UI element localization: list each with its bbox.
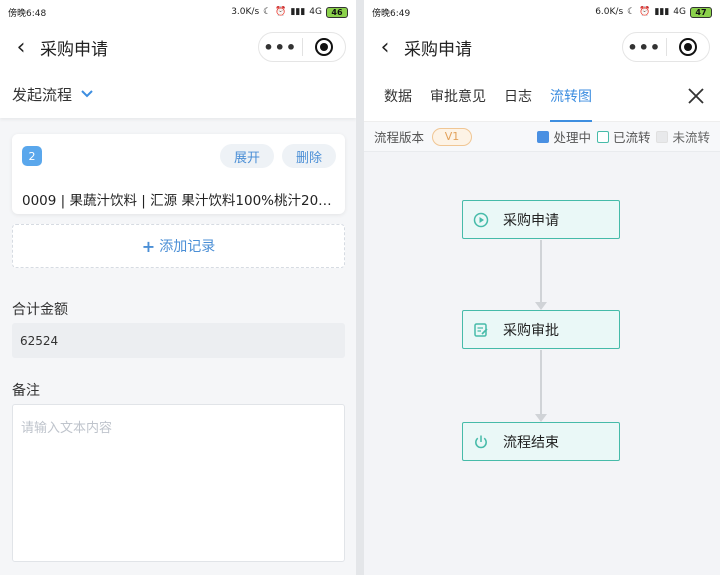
miniprogram-capsule: •••	[622, 32, 710, 62]
page-title: 采购申请	[40, 39, 108, 60]
remark-label: 备注	[12, 383, 40, 399]
flow-arrow-icon	[535, 302, 547, 310]
close-target-icon[interactable]	[303, 38, 346, 56]
power-icon	[475, 435, 487, 448]
flow-node-purchase-approval[interactable]: 采购审批	[462, 310, 620, 349]
tab-approval-opinions[interactable]: 审批意见	[430, 70, 486, 122]
status-time: 傍晚6:49	[372, 8, 411, 19]
battery-icon: 47	[690, 6, 712, 18]
miniprogram-capsule: •••	[258, 32, 346, 62]
close-icon[interactable]	[686, 86, 706, 106]
flow-connector	[540, 240, 542, 302]
remark-textarea[interactable]: 请输入文本内容	[12, 404, 345, 562]
record-index-badge: 2	[22, 146, 42, 166]
network-speed: 3.0K/s	[231, 7, 260, 17]
title-bar: ‹ 采购申请 •••	[364, 24, 720, 70]
network-type: 4G	[309, 7, 322, 17]
delete-button[interactable]: 删除	[282, 144, 336, 168]
more-icon[interactable]: •••	[623, 38, 666, 57]
tab-data[interactable]: 数据	[384, 70, 412, 122]
record-card: 2 展开 删除 0009 | 果蔬汁饮料 | 汇源 果汁饮料100%桃汁20…	[12, 134, 345, 214]
moon-icon: ☾	[627, 7, 636, 17]
processing-swatch-icon	[537, 130, 550, 143]
edit-document-icon	[474, 322, 488, 337]
flow-arrow-icon	[535, 414, 547, 422]
network-speed: 6.0K/s	[595, 7, 624, 17]
total-amount-field: 62524	[12, 323, 345, 358]
add-record-label: 添加记录	[159, 239, 216, 255]
legend-processing: 处理中	[537, 127, 591, 146]
flow-node-process-end[interactable]: 流程结束	[462, 422, 620, 461]
flow-node-label: 流程结束	[503, 434, 559, 451]
signal-icon: ▮▮▮	[290, 7, 306, 17]
flow-node-label: 采购申请	[503, 212, 559, 229]
legend: 处理中 已流转 未流转	[537, 127, 710, 146]
version-bar: 流程版本 V1 处理中 已流转 未流转	[364, 122, 720, 152]
plus-icon: +	[141, 236, 156, 256]
status-time: 傍晚6:48	[8, 8, 47, 19]
alarm-icon: ⏰	[639, 7, 651, 17]
expand-button[interactable]: 展开	[220, 144, 274, 168]
not-flowed-swatch-icon	[656, 130, 669, 143]
more-icon[interactable]: •••	[259, 38, 302, 57]
page-title: 采购申请	[404, 39, 472, 60]
add-record-button[interactable]: + 添加记录	[12, 224, 345, 268]
version-label: 流程版本	[374, 130, 425, 145]
flow-node-label: 采购审批	[503, 322, 559, 339]
flow-connector	[540, 350, 542, 414]
version-badge: V1	[432, 127, 473, 146]
detail-tabs: 数据 审批意见 日志 流转图	[364, 70, 720, 122]
status-bar: 傍晚6:49 6.0K/s ☾ ⏰ ▮▮▮ 4G 47	[364, 0, 720, 24]
legend-flowed: 已流转	[596, 127, 650, 146]
start-flow-selector[interactable]: 发起流程	[0, 70, 356, 118]
right-screen: 傍晚6:49 6.0K/s ☾ ⏰ ▮▮▮ 4G 47 ‹ 采购申请 ••• 数…	[364, 0, 720, 575]
flow-node-purchase-request[interactable]: 采购申请	[462, 200, 620, 239]
left-screen: 傍晚6:48 3.0K/s ☾ ⏰ ▮▮▮ 4G 46 ‹ 采购申请 ••• 发…	[0, 0, 356, 575]
chevron-down-icon	[81, 90, 93, 98]
alarm-icon: ⏰	[275, 7, 287, 17]
close-target-icon[interactable]	[667, 38, 710, 56]
play-circle-icon	[473, 212, 489, 227]
status-bar: 傍晚6:48 3.0K/s ☾ ⏰ ▮▮▮ 4G 46	[0, 0, 356, 24]
record-summary: 0009 | 果蔬汁饮料 | 汇源 果汁饮料100%桃汁20…	[22, 193, 332, 209]
tab-flow-chart[interactable]: 流转图	[550, 70, 592, 122]
tab-log[interactable]: 日志	[504, 70, 532, 122]
back-icon[interactable]: ‹	[376, 35, 394, 60]
back-icon[interactable]: ‹	[12, 35, 30, 60]
start-flow-label: 发起流程	[12, 85, 73, 104]
flow-canvas: 采购申请 采购审批 流程结束	[364, 152, 720, 575]
moon-icon: ☾	[263, 7, 272, 17]
signal-icon: ▮▮▮	[654, 7, 670, 17]
title-bar: ‹ 采购申请 •••	[0, 24, 356, 70]
network-type: 4G	[673, 7, 686, 17]
flowed-swatch-icon	[596, 130, 609, 143]
total-amount-label: 合计金额	[12, 302, 68, 318]
legend-not-flowed: 未流转	[656, 127, 710, 146]
battery-icon: 46	[326, 6, 348, 18]
